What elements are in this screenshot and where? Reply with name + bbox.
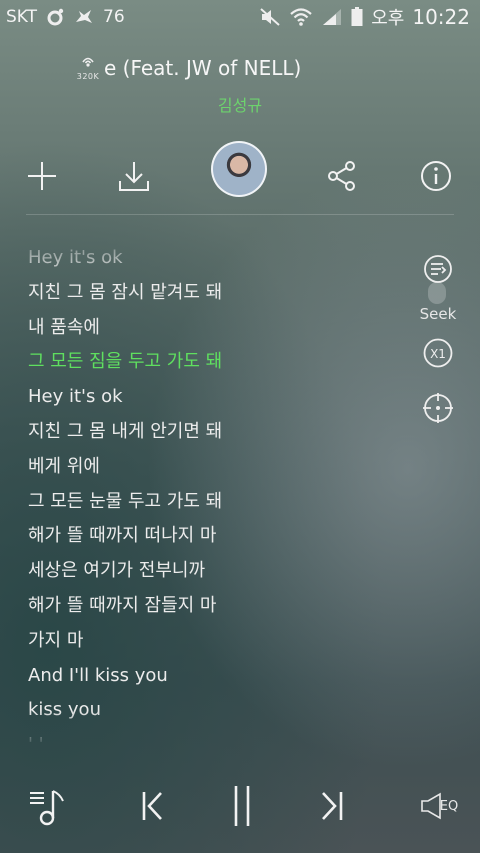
info-icon	[421, 161, 451, 191]
download-button[interactable]	[116, 158, 152, 194]
status-left: SKT 76	[6, 7, 125, 27]
lyric-line[interactable]: ' '	[28, 728, 388, 745]
next-icon	[322, 792, 343, 820]
bitrate-label: 320K	[76, 72, 100, 81]
lyric-line[interactable]: And I'll kiss you	[28, 659, 388, 694]
speed-label: X1	[430, 347, 446, 361]
notification-count: 76	[103, 7, 125, 27]
lyric-line[interactable]: 지친 그 몸 잠시 맡겨도 돼	[28, 276, 388, 311]
clock: 10:22	[412, 5, 470, 29]
action-row	[0, 138, 480, 214]
signal-icon	[321, 7, 343, 27]
lyric-line[interactable]: 가지 마	[28, 624, 388, 659]
lyric-line[interactable]: 베게 위에	[28, 450, 388, 485]
battery-icon	[351, 7, 363, 27]
bird-icon	[73, 7, 95, 27]
next-button[interactable]	[312, 784, 352, 828]
add-to-playlist-button[interactable]	[24, 158, 60, 194]
carrier-o-icon	[45, 7, 65, 27]
pause-icon	[234, 786, 250, 826]
lyrics-list-icon	[424, 255, 452, 283]
playlist-music-icon	[30, 790, 64, 826]
song-title: e (Feat. JW of NELL)	[104, 56, 302, 80]
previous-button[interactable]	[132, 784, 172, 828]
playback-speed-button[interactable]: X1	[417, 337, 459, 373]
lyric-line[interactable]: Hey it's ok	[28, 380, 388, 415]
lyric-line[interactable]: 해가 뜰 때까지 떠나지 마	[28, 519, 388, 554]
seek-label: Seek	[419, 305, 457, 323]
bitrate-badge: 320K	[72, 54, 104, 81]
album-art[interactable]	[211, 141, 267, 197]
crosshair-icon	[423, 393, 453, 423]
status-bar: SKT 76 오후 10:22	[0, 0, 480, 34]
plus-icon	[28, 162, 56, 190]
pause-button[interactable]	[222, 784, 262, 828]
locate-current-lyric-button[interactable]	[417, 391, 459, 429]
lyric-line[interactable]: 그 모든 눈물 두고 가도 돼	[28, 485, 388, 520]
previous-icon	[142, 792, 162, 820]
lyric-line[interactable]: kiss you	[28, 693, 388, 728]
lyric-line[interactable]: 해가 뜰 때까지 잠들지 마	[28, 589, 388, 624]
equalizer-button[interactable]: EQ	[414, 784, 464, 828]
ampm-label: 오후	[371, 8, 405, 29]
lyric-line[interactable]: Hey it's ok	[28, 241, 388, 276]
mute-icon	[259, 7, 281, 27]
lyric-line[interactable]: 세상은 여기가 전부니까	[28, 554, 388, 589]
lyrics-panel[interactable]: Hey it's ok 지친 그 몸 잠시 맡겨도 돼내 품속에 그 모든 짐을 두…	[28, 240, 388, 745]
quality-icon	[82, 57, 94, 67]
playlist-button[interactable]	[26, 784, 70, 828]
song-artist[interactable]: 김성규	[0, 92, 480, 116]
lyric-line[interactable]: 내 품속에	[28, 311, 388, 346]
share-button[interactable]	[324, 158, 360, 194]
seek-label-wrap: Seek	[417, 305, 459, 323]
download-icon	[119, 162, 149, 191]
status-right: 오후 10:22	[259, 4, 470, 30]
lyrics-list: Hey it's ok 지친 그 몸 잠시 맡겨도 돼내 품속에 그 모든 짐을 두…	[28, 241, 388, 745]
share-icon	[328, 161, 355, 191]
player-bar: EQ	[0, 770, 480, 846]
info-button[interactable]	[418, 158, 454, 194]
speed-icon: X1	[423, 338, 453, 368]
carrier-label: SKT	[6, 7, 38, 27]
song-header: 320K e (Feat. JW of NELL) 김성규	[0, 52, 480, 122]
lyric-line[interactable]: 지친 그 몸 내게 안기면 돼	[28, 415, 388, 450]
current-lyric-line[interactable]: 그 모든 짐을 두고 가도 돼	[28, 345, 388, 380]
divider	[26, 214, 454, 215]
seek-toggle[interactable]	[428, 282, 446, 304]
eq-label: EQ	[439, 798, 459, 814]
wifi-icon	[289, 6, 313, 28]
